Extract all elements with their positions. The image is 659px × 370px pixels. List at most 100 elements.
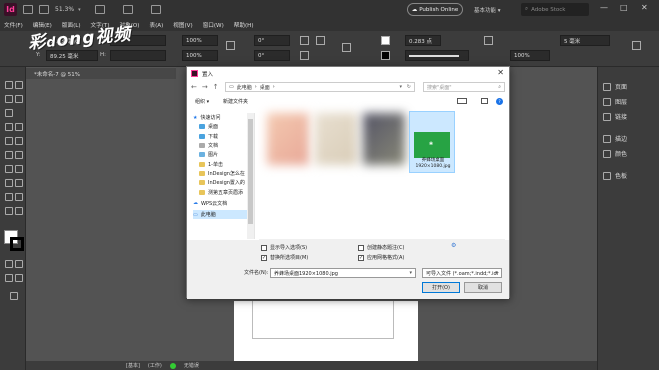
nav-folder-1[interactable]: 1-单击 bbox=[193, 159, 254, 168]
content-collector-icon[interactable] bbox=[5, 109, 13, 117]
scrollbar-thumb[interactable] bbox=[248, 119, 253, 224]
apply-none-icon[interactable] bbox=[15, 274, 23, 282]
note-tool-icon[interactable] bbox=[5, 193, 13, 201]
pencil-tool-icon[interactable] bbox=[15, 137, 23, 145]
page-tool-icon[interactable] bbox=[5, 95, 13, 103]
refresh-icon[interactable]: ↻ bbox=[407, 84, 411, 90]
scissors-tool-icon[interactable] bbox=[5, 165, 13, 173]
effects-icon[interactable] bbox=[484, 36, 493, 45]
status-page[interactable]: [基本] bbox=[126, 362, 140, 369]
line-tool-icon[interactable] bbox=[15, 123, 23, 131]
new-folder-button[interactable]: 新建文件夹 bbox=[223, 98, 248, 105]
nav-desktop[interactable]: 桌面✎ bbox=[193, 122, 254, 131]
forward-icon[interactable]: → bbox=[202, 83, 208, 91]
up-icon[interactable]: ↑ bbox=[213, 83, 219, 91]
corner-size-field[interactable]: 5 毫米 bbox=[560, 35, 610, 46]
cc-libraries-icon[interactable]: ⚙ bbox=[451, 242, 456, 249]
status-mode[interactable]: (工作) bbox=[148, 362, 162, 369]
stroke-swatch-large[interactable] bbox=[10, 237, 24, 251]
opacity-field[interactable]: 100% bbox=[510, 50, 550, 61]
panel-color[interactable]: 颜色 bbox=[603, 149, 627, 158]
h-field[interactable] bbox=[110, 50, 166, 61]
maximize-icon[interactable]: □ bbox=[620, 3, 628, 12]
help-icon[interactable]: ? bbox=[496, 97, 503, 105]
filename-input[interactable]: 养蜂场桌面1920×1080.jpg ▾ bbox=[270, 268, 416, 278]
replace-selected-checkbox[interactable]: ✓ 替换所选项目(M) bbox=[261, 254, 308, 261]
nav-wps-cloud[interactable]: ☁ WPS云文档 bbox=[193, 199, 254, 208]
close-icon[interactable]: ✕ bbox=[497, 68, 504, 77]
panel-stroke[interactable]: 描边 bbox=[603, 134, 627, 143]
fill-swatch[interactable] bbox=[381, 36, 390, 45]
formatting-container-icon[interactable] bbox=[5, 260, 13, 268]
stroke-weight-field[interactable]: 0.283 点 bbox=[405, 35, 441, 46]
file-thumbnail[interactable] bbox=[363, 113, 405, 165]
minimize-icon[interactable]: — bbox=[600, 3, 608, 12]
eyedropper-tool-icon[interactable] bbox=[15, 193, 23, 201]
rectangle-tool-icon[interactable] bbox=[15, 151, 23, 159]
y-field[interactable]: 89.25 毫米 bbox=[46, 50, 98, 61]
menu-window[interactable]: 窗口(W) bbox=[203, 21, 224, 29]
apply-grid-format-checkbox[interactable]: ✓ 应用网格格式(A) bbox=[358, 254, 404, 261]
constrain-icon[interactable] bbox=[226, 41, 235, 50]
selection-tool-icon[interactable] bbox=[5, 81, 13, 89]
shear-field[interactable]: 0° bbox=[254, 50, 290, 61]
nav-folder-4[interactable]: 测第五章页眉添 bbox=[193, 187, 254, 196]
apply-color-icon[interactable] bbox=[5, 274, 13, 282]
file-thumbnail[interactable] bbox=[267, 113, 309, 165]
nav-folder-3[interactable]: InDesign置入的 bbox=[193, 178, 254, 187]
type-tool-icon[interactable] bbox=[5, 123, 13, 131]
nav-scrollbar[interactable] bbox=[247, 113, 254, 239]
preview-pane-icon[interactable] bbox=[481, 98, 488, 104]
layout-icon[interactable] bbox=[39, 5, 49, 14]
chevron-down-icon[interactable]: ▾ bbox=[399, 84, 402, 90]
rotate-cw-icon[interactable] bbox=[300, 36, 309, 45]
cancel-button[interactable]: 取消 bbox=[464, 282, 502, 293]
document-tab[interactable]: *未命名-7 @ 51% bbox=[26, 67, 176, 79]
arrange-docs-icon[interactable] bbox=[150, 5, 161, 14]
breadcrumb-desktop[interactable]: 桌面 bbox=[260, 84, 270, 91]
view-icon[interactable] bbox=[457, 98, 467, 104]
create-static-caption-checkbox[interactable]: 创建静态题注(C) bbox=[358, 244, 404, 251]
scale-y-field[interactable]: 100% bbox=[182, 50, 218, 61]
flip-icon[interactable] bbox=[300, 51, 309, 60]
selected-file[interactable]: ❀ 养蜂场桌面 1920×1080.jpg bbox=[409, 111, 455, 173]
menu-table[interactable]: 表(A) bbox=[150, 21, 164, 29]
status-errors[interactable]: 无错误 bbox=[184, 362, 199, 369]
address-bar[interactable]: ▭ 此电脑 › 桌面 › ▾ ↻ bbox=[225, 82, 415, 92]
panel-pages[interactable]: 页面 bbox=[603, 82, 627, 91]
nav-pictures[interactable]: 图片✎ bbox=[193, 150, 254, 159]
rotate-field[interactable]: 0° bbox=[254, 35, 290, 46]
settings-icon[interactable] bbox=[632, 41, 641, 50]
nav-downloads[interactable]: 下载✎ bbox=[193, 132, 254, 141]
menu-view[interactable]: 视图(V) bbox=[173, 21, 192, 29]
view-options-icon[interactable] bbox=[94, 5, 105, 14]
gradient-tool-icon[interactable] bbox=[5, 179, 13, 187]
zoom-tool-icon[interactable] bbox=[15, 207, 23, 215]
gradient-feather-tool-icon[interactable] bbox=[15, 179, 23, 187]
organize-button[interactable]: 组织 ▾ bbox=[195, 98, 209, 105]
file-thumbnail[interactable] bbox=[315, 113, 357, 165]
stock-search[interactable]: ⌕ Adobe Stock bbox=[521, 3, 589, 16]
direct-selection-tool-icon[interactable] bbox=[15, 81, 23, 89]
chevron-down-icon[interactable]: ▾ bbox=[495, 270, 498, 276]
hand-tool-icon[interactable] bbox=[5, 207, 13, 215]
workspace-switcher[interactable]: 基本功能 ▾ bbox=[474, 6, 501, 14]
scale-x-field[interactable]: 100% bbox=[182, 35, 218, 46]
stroke-type-select[interactable] bbox=[405, 50, 469, 61]
menu-file[interactable]: 文件(F) bbox=[4, 21, 23, 29]
search-input[interactable]: 搜索"桌面" ⌕ bbox=[423, 82, 505, 92]
stroke-swatch[interactable] bbox=[381, 51, 390, 60]
publish-online-button[interactable]: ☁ Publish Online bbox=[407, 3, 463, 16]
nav-quick-access[interactable]: ★ 快速访问 bbox=[193, 113, 254, 122]
gap-tool-icon[interactable] bbox=[15, 95, 23, 103]
select-container-icon[interactable] bbox=[342, 43, 351, 52]
nav-folder-2[interactable]: InDesign怎么在 bbox=[193, 169, 254, 178]
chevron-down-icon[interactable]: ▾ bbox=[78, 7, 81, 13]
breadcrumb-pc[interactable]: 此电脑 bbox=[237, 84, 252, 91]
screen-mode-icon[interactable] bbox=[122, 5, 133, 14]
show-import-options-checkbox[interactable]: 显示导入选项(S) bbox=[261, 244, 307, 251]
open-button[interactable]: 打开(O) bbox=[422, 282, 460, 293]
back-icon[interactable]: ← bbox=[191, 83, 197, 91]
nav-this-pc[interactable]: ▭ 此电脑 bbox=[193, 209, 254, 220]
free-transform-tool-icon[interactable] bbox=[15, 165, 23, 173]
